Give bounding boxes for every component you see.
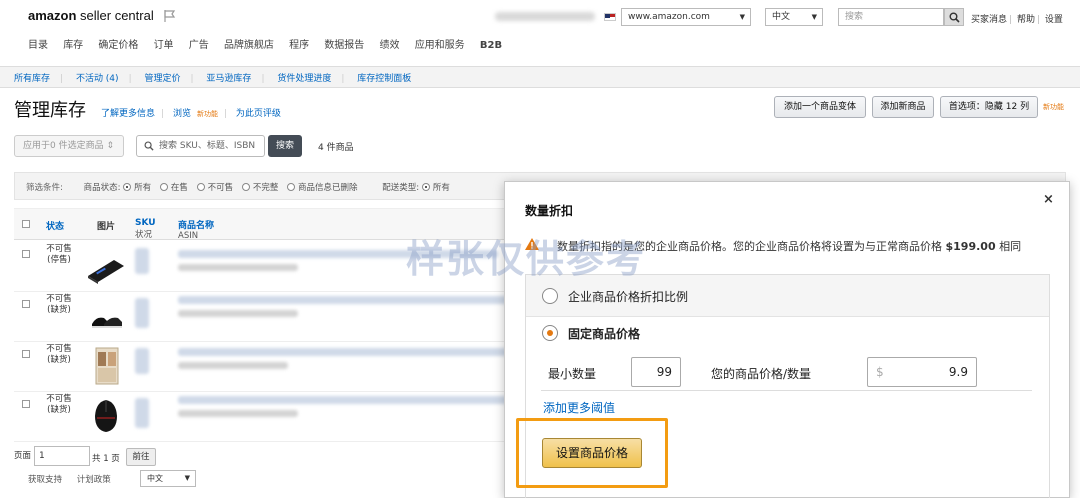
fulfillment-filter-label: 配送类型: bbox=[382, 183, 420, 193]
row-status: 不可售 (停售) bbox=[46, 244, 72, 265]
subnav-amazon-inventory[interactable]: 亚马逊库存 bbox=[206, 74, 251, 84]
inventory-search-button[interactable]: 搜索 bbox=[268, 135, 302, 157]
row-checkbox[interactable] bbox=[22, 350, 30, 358]
shoes-image[interactable] bbox=[86, 296, 126, 336]
status-inactive-radio[interactable]: 不可售 bbox=[196, 183, 233, 193]
language-select[interactable]: 中文 ▼ bbox=[765, 8, 823, 26]
global-search-input[interactable]: 搜索 bbox=[838, 8, 944, 26]
page-total: 共 1 页 bbox=[92, 454, 120, 464]
min-qty-label: 最小数量 bbox=[548, 367, 597, 381]
row-checkbox[interactable] bbox=[22, 300, 30, 308]
add-variant-button[interactable]: 添加一个商品变体 bbox=[774, 96, 866, 118]
global-search-button[interactable] bbox=[944, 8, 964, 26]
nav-advertising[interactable]: 广告 bbox=[189, 40, 209, 51]
wardrobe-image[interactable] bbox=[86, 346, 126, 386]
search-icon bbox=[949, 12, 960, 23]
inventory-search-input[interactable]: 搜索 SKU、标题、ISBN bbox=[136, 135, 265, 157]
top-bar: amazon seller central www.amazon.com ▼ 中文… bbox=[0, 0, 1080, 36]
updown-icon: ⇕ bbox=[106, 141, 115, 151]
inventory-subnav: 所有库存 | 不活动 (4) | 管理定价 | 亚马逊库存 | 货件处理进度 | 库存控制… bbox=[0, 66, 1080, 88]
power-bank-image[interactable] bbox=[86, 246, 126, 286]
row-status: 不可售 (缺货) bbox=[46, 294, 72, 315]
subnav-inactive[interactable]: 不活动 (4) bbox=[76, 74, 119, 84]
caret-down-icon: ▼ bbox=[184, 474, 190, 482]
program-policies-link[interactable]: 计划政策 bbox=[77, 475, 111, 485]
nav-pricing[interactable]: 确定价格 bbox=[98, 40, 138, 51]
browse-link[interactable]: 浏览 bbox=[173, 109, 191, 119]
fulfillment-all-radio[interactable]: 所有 bbox=[421, 183, 450, 193]
item-count: 4 件商品 bbox=[318, 143, 354, 153]
status-all-radio[interactable]: 所有 bbox=[123, 183, 151, 193]
row-status: 不可售 (缺货) bbox=[46, 344, 72, 365]
row-status: 不可售 (缺货) bbox=[46, 394, 72, 415]
header-status[interactable]: 状态 bbox=[46, 219, 64, 232]
header-sku[interactable]: SKU 状况 bbox=[135, 218, 156, 240]
page-label: 页面 bbox=[14, 451, 32, 461]
status-removed-radio[interactable]: 商品信息已删除 bbox=[287, 183, 358, 193]
new-feature-tag: 新功能 bbox=[1043, 103, 1064, 111]
nav-inventory[interactable]: 库存 bbox=[63, 40, 83, 51]
header-image: 图片 bbox=[97, 222, 116, 232]
set-price-button[interactable]: 设置商品价格 bbox=[542, 438, 642, 468]
add-more-tiers-link[interactable]: 添加更多阈值 bbox=[543, 399, 615, 416]
new-tag: 新功能 bbox=[196, 110, 218, 118]
subnav-all-inventory[interactable]: 所有库存 bbox=[14, 74, 50, 84]
divider bbox=[541, 390, 1032, 391]
nav-orders[interactable]: 订单 bbox=[154, 40, 174, 51]
nav-programs[interactable]: 程序 bbox=[289, 40, 309, 51]
filter-label: 筛选条件: bbox=[26, 183, 63, 193]
status-incomplete-radio[interactable]: 不完整 bbox=[241, 183, 278, 193]
seller-central-logo[interactable]: amazon seller central bbox=[28, 8, 154, 23]
flag-icon[interactable] bbox=[163, 9, 177, 23]
store-name-blurred bbox=[495, 12, 595, 21]
nav-apps[interactable]: 应用和服务 bbox=[415, 40, 465, 51]
nav-b2b[interactable]: B2B bbox=[480, 40, 502, 51]
price-per-qty-label: 您的商品价格/数量 bbox=[711, 367, 812, 381]
fixed-price-label[interactable]: 固定商品价格 bbox=[568, 325, 640, 342]
page-title: 管理库存 bbox=[14, 100, 86, 121]
caret-down-icon: ▼ bbox=[739, 13, 745, 21]
search-icon bbox=[144, 141, 154, 151]
status-active-radio[interactable]: 在售 bbox=[159, 183, 188, 193]
close-icon[interactable]: × bbox=[1043, 192, 1054, 207]
nav-catalog[interactable]: 目录 bbox=[28, 40, 48, 51]
status-filter-label: 商品状态: bbox=[83, 183, 121, 193]
go-button[interactable]: 前往 bbox=[126, 448, 156, 466]
row-checkbox[interactable] bbox=[22, 250, 30, 258]
help-link[interactable]: 帮助 bbox=[1017, 15, 1035, 25]
price-input[interactable]: $9.9 bbox=[867, 357, 977, 387]
subnav-inventory-dashboard[interactable]: 库存控制面板 bbox=[357, 74, 411, 84]
percent-option-label[interactable]: 企业商品价格折扣比例 bbox=[568, 288, 688, 305]
header-product-name[interactable]: 商品名称 ASIN bbox=[178, 218, 214, 241]
nav-performance[interactable]: 绩效 bbox=[380, 40, 400, 51]
select-all-checkbox[interactable] bbox=[22, 220, 30, 228]
min-qty-input[interactable]: 99 bbox=[631, 357, 681, 387]
percent-option-radio[interactable] bbox=[542, 288, 558, 304]
main-nav: 目录 库存 确定价格 订单 广告 品牌旗舰店 程序 数据报告 绩效 应用和服务 … bbox=[28, 36, 514, 56]
fixed-price-radio[interactable] bbox=[542, 325, 558, 341]
buyer-messages-link[interactable]: 买家消息 bbox=[971, 15, 1007, 25]
caret-down-icon: ▼ bbox=[811, 13, 817, 21]
row-checkbox[interactable] bbox=[22, 400, 30, 408]
settings-link[interactable]: 设置 bbox=[1045, 15, 1063, 25]
bulk-action-select[interactable]: 应用于0 件选定商品 ⇕ bbox=[14, 135, 124, 157]
add-product-button[interactable]: 添加新商品 bbox=[872, 96, 934, 118]
preferences-button[interactable]: 首选项：隐藏 12 列 bbox=[940, 96, 1038, 118]
learn-more-link[interactable]: 了解更多信息 bbox=[101, 109, 155, 119]
sample-watermark: 样张仅供参考 bbox=[406, 237, 647, 281]
rate-page-link[interactable]: 为此页评级 bbox=[236, 109, 281, 119]
nav-reports[interactable]: 数据报告 bbox=[324, 40, 364, 51]
get-support-link[interactable]: 获取支持 bbox=[28, 475, 62, 485]
page-number-input[interactable]: 1 bbox=[34, 446, 90, 466]
nav-stores[interactable]: 品牌旗舰店 bbox=[224, 40, 274, 51]
gaming-mouse-image[interactable] bbox=[86, 396, 126, 436]
popover-title: 数量折扣 bbox=[525, 204, 574, 218]
subnav-shipments[interactable]: 货件处理进度 bbox=[277, 74, 331, 84]
us-flag-icon bbox=[604, 13, 616, 21]
marketplace-select[interactable]: www.amazon.com ▼ bbox=[621, 8, 751, 26]
subnav-manage-pricing[interactable]: 管理定价 bbox=[144, 74, 180, 84]
footer-language-select[interactable]: 中文 ▼ bbox=[140, 470, 196, 487]
